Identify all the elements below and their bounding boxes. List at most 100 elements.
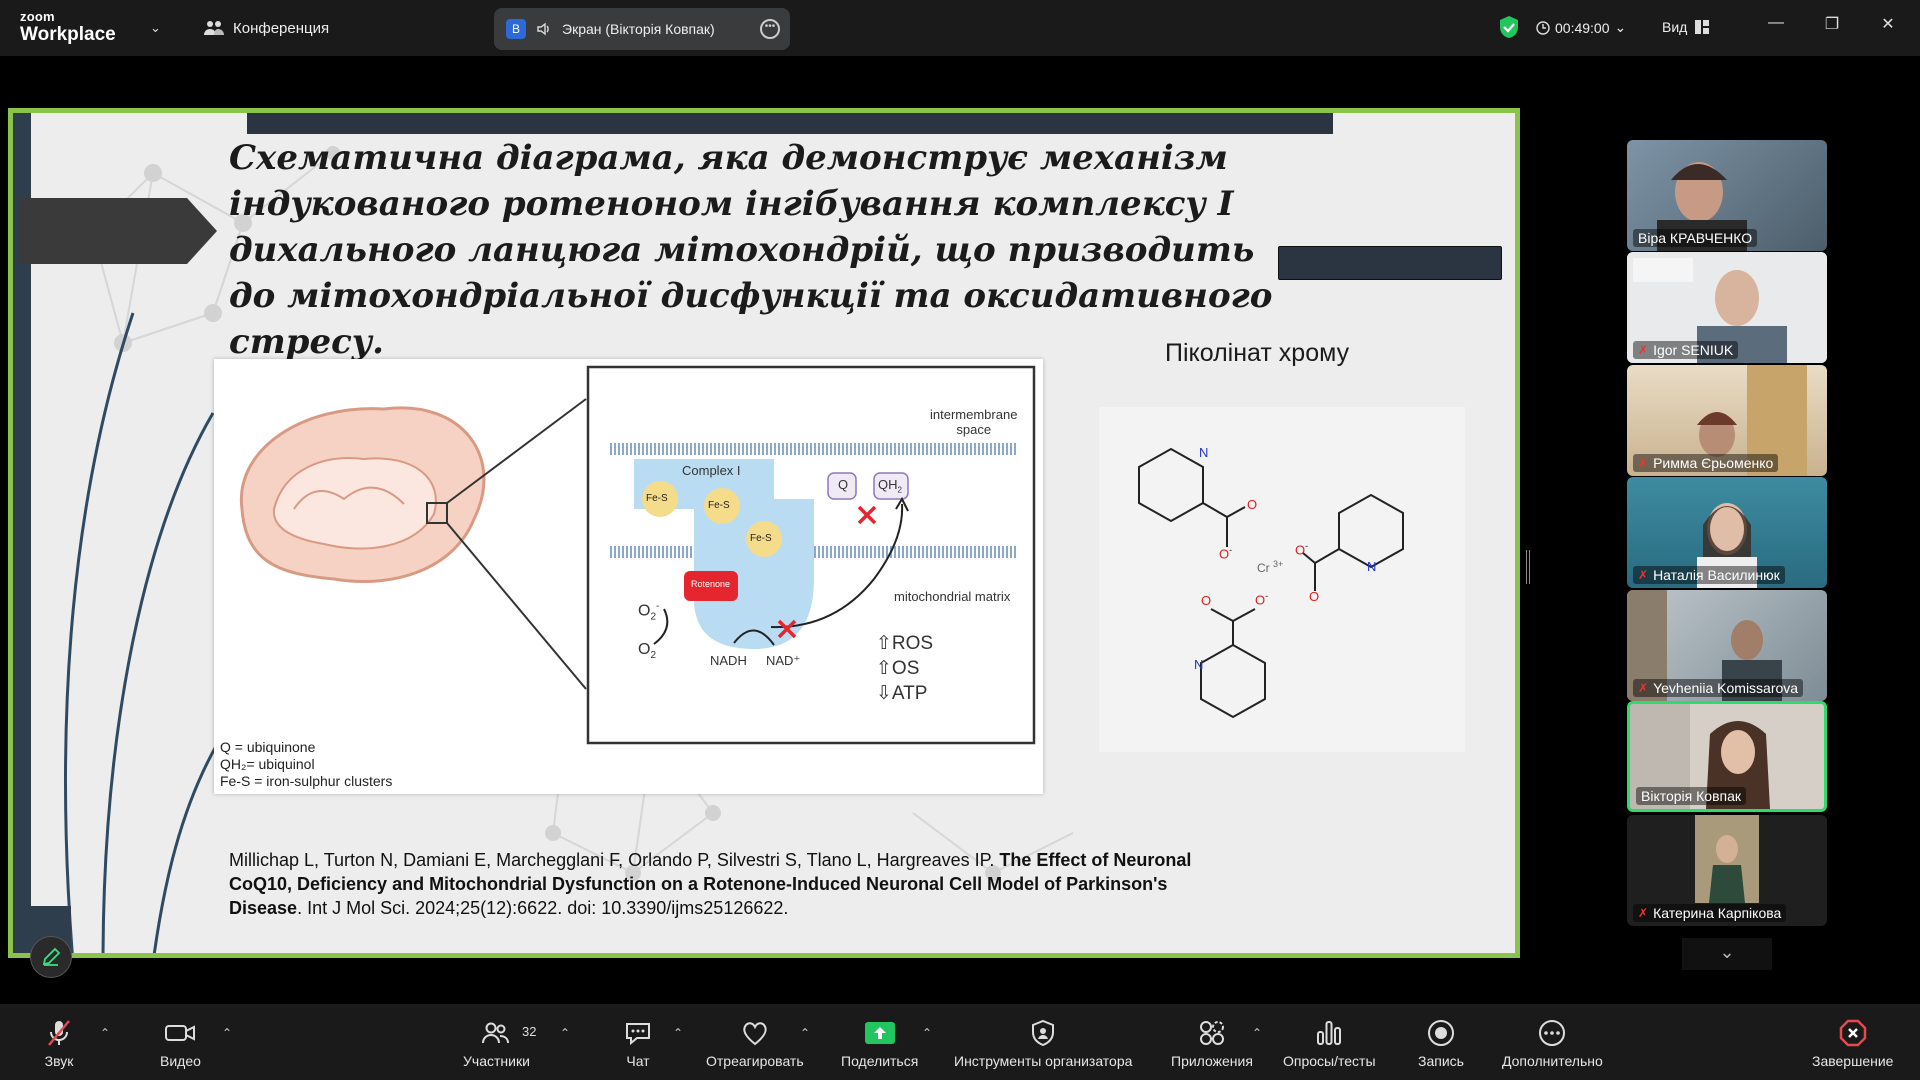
audio-options-caret[interactable]: ⌃ bbox=[100, 1026, 110, 1040]
atom-o-2: O bbox=[1309, 589, 1320, 604]
clock-icon bbox=[1536, 20, 1550, 35]
nadh-label: NADH bbox=[710, 653, 747, 668]
participant-tile[interactable]: ✗ Катерина Карпікова bbox=[1627, 815, 1827, 926]
logo-line-2: Workplace bbox=[20, 24, 116, 45]
chemical-label: Піколінат хрому bbox=[1165, 339, 1350, 367]
participant-tile[interactable]: ✗ Igor SENIUK bbox=[1627, 252, 1827, 363]
participant-tile-active-speaker[interactable]: Вікторія Ковпак bbox=[1627, 701, 1827, 812]
more-icon bbox=[1539, 1020, 1566, 1046]
participant-tile[interactable]: ✗ Наталія Василинюк bbox=[1627, 477, 1827, 588]
mic-off-icon: ✗ bbox=[1638, 343, 1649, 357]
audio-button[interactable]: Звук bbox=[44, 1018, 74, 1069]
participant-name-text: Римма Єрьоменко bbox=[1653, 455, 1774, 471]
screen-share-indicator[interactable]: B Экран (Вікторія Ковпак) ••• bbox=[494, 8, 790, 50]
citation-tail: . Int J Mol Sci. 2024;25(12):6622. doi: … bbox=[297, 898, 789, 918]
heart-icon bbox=[743, 1022, 767, 1046]
more-label: Дополнительно bbox=[1502, 1053, 1603, 1069]
apps-button[interactable]: Приложения bbox=[1171, 1018, 1253, 1069]
chevron-down-icon[interactable]: ⌄ bbox=[150, 20, 161, 36]
o2-radical-text: O bbox=[638, 602, 651, 620]
participant-name: Віра КРАВЧЕНКО bbox=[1633, 229, 1758, 247]
annotate-button[interactable] bbox=[30, 936, 72, 978]
atom-n-3: N bbox=[1194, 657, 1204, 672]
share-options-caret[interactable]: ⌃ bbox=[922, 1026, 932, 1040]
qh2-subscript: 2 bbox=[897, 485, 902, 495]
legend-line-1: Q = ubiquinone bbox=[220, 739, 316, 755]
nad-label: NAD⁺ bbox=[766, 653, 801, 668]
view-label: Вид bbox=[1662, 19, 1688, 35]
restore-icon[interactable]: ❐ bbox=[1820, 14, 1844, 34]
participant-name-text: Наталія Василинюк bbox=[1653, 567, 1780, 583]
zoom-workplace-logo[interactable]: zoom Workplace bbox=[20, 10, 116, 46]
atom-o-minus-1-charge: - bbox=[1229, 545, 1233, 555]
react-options-caret[interactable]: ⌃ bbox=[800, 1026, 810, 1040]
ros-label: ⇧ROS bbox=[876, 633, 934, 654]
participant-name: ✗ Римма Єрьоменко bbox=[1633, 454, 1779, 472]
end-label: Завершение bbox=[1812, 1053, 1894, 1069]
participants-count: 32 bbox=[522, 1024, 537, 1039]
speaker-icon bbox=[537, 22, 549, 36]
react-label: Отреагировать bbox=[706, 1053, 804, 1069]
shield-check-icon[interactable] bbox=[1498, 15, 1520, 39]
minimize-icon[interactable]: — bbox=[1764, 14, 1788, 32]
video-camera-icon bbox=[165, 1025, 196, 1041]
atom-n-1: N bbox=[1199, 445, 1209, 460]
chat-button[interactable]: Чат bbox=[623, 1018, 653, 1069]
chat-icon bbox=[626, 1023, 650, 1046]
meeting-timer[interactable]: 00:49:00 ⌄ bbox=[1536, 19, 1626, 36]
participant-name-text: Igor SENIUK bbox=[1653, 342, 1734, 358]
participant-name-text: Вікторія Ковпак bbox=[1641, 788, 1742, 804]
atom-o-minus-2: O- bbox=[1295, 541, 1308, 557]
slide-top-bar bbox=[247, 113, 1333, 134]
top-bar: zoom Workplace ⌄ Конференция B Экран (Ві… bbox=[0, 0, 1920, 56]
host-tools-button[interactable]: Инструменты организатора bbox=[954, 1018, 1132, 1069]
slide-decor-box bbox=[1278, 246, 1502, 280]
video-button[interactable]: Видео bbox=[160, 1018, 201, 1069]
view-button[interactable]: Вид bbox=[1662, 19, 1710, 35]
o2-radical-subscript: 2 bbox=[650, 611, 657, 623]
panel-resize-handle[interactable] bbox=[1526, 550, 1530, 584]
end-meeting-button[interactable]: Завершение bbox=[1812, 1018, 1893, 1069]
participants-options-caret[interactable]: ⌃ bbox=[560, 1026, 570, 1040]
record-icon bbox=[1427, 1020, 1454, 1046]
matrix-label: mitochondrial matrix bbox=[894, 589, 1011, 604]
more-button[interactable]: Дополнительно bbox=[1502, 1018, 1603, 1069]
video-options-caret[interactable]: ⌃ bbox=[222, 1026, 232, 1040]
participants-button[interactable]: Участники bbox=[463, 1018, 530, 1069]
os-label: ⇧OS bbox=[876, 658, 920, 679]
meeting-info-button[interactable]: Конференция bbox=[204, 19, 329, 37]
slide-title: Схематична діаграма, яка демонструє меха… bbox=[229, 138, 1273, 362]
audio-label: Звук bbox=[44, 1053, 74, 1069]
chat-options-caret[interactable]: ⌃ bbox=[673, 1026, 683, 1040]
atom-o-1: O bbox=[1247, 497, 1258, 512]
intermembrane-line-1: intermembrane bbox=[930, 407, 1018, 422]
polls-button[interactable]: Опросы/тесты bbox=[1283, 1018, 1376, 1069]
react-button[interactable]: Отреагировать bbox=[706, 1018, 804, 1069]
bar-chart-icon bbox=[1317, 1021, 1342, 1045]
mic-off-icon: ✗ bbox=[1638, 568, 1649, 582]
o2-radical-label: O2- bbox=[638, 601, 659, 623]
participant-tile[interactable]: Віра КРАВЧЕНКО bbox=[1627, 140, 1827, 251]
atp-label: ⇩ATP bbox=[876, 683, 928, 704]
share-screen-icon bbox=[864, 1022, 895, 1044]
record-button[interactable]: Запись bbox=[1418, 1018, 1464, 1069]
more-icon[interactable]: ••• bbox=[760, 19, 780, 39]
mic-off-icon: ✗ bbox=[1638, 681, 1649, 695]
apps-options-caret[interactable]: ⌃ bbox=[1252, 1026, 1262, 1040]
atom-cr: Cr 3+ bbox=[1257, 559, 1283, 575]
shared-screen[interactable]: Схематична діаграма, яка демонструє меха… bbox=[8, 108, 1520, 958]
share-button[interactable]: Поделиться bbox=[841, 1018, 918, 1069]
o2-subscript: 2 bbox=[650, 650, 657, 662]
participant-tile[interactable]: ✗ Yevheniia Komissarova bbox=[1627, 590, 1827, 701]
complex-label: Complex I bbox=[682, 463, 741, 478]
intermembrane-line-2: space bbox=[956, 422, 992, 437]
atom-o-minus-3-charge: - bbox=[1265, 591, 1269, 601]
participant-name: ✗ Катерина Карпікова bbox=[1633, 904, 1787, 922]
close-icon[interactable]: ✕ bbox=[1876, 14, 1900, 34]
end-icon bbox=[1839, 1019, 1866, 1047]
scroll-down-button[interactable]: ⌄ bbox=[1682, 938, 1772, 970]
participant-tile[interactable]: ✗ Римма Єрьоменко bbox=[1627, 365, 1827, 476]
rotenone-label: Rotenone bbox=[691, 579, 731, 589]
apps-icon bbox=[1199, 1021, 1224, 1045]
atom-o-3: O bbox=[1201, 593, 1212, 608]
